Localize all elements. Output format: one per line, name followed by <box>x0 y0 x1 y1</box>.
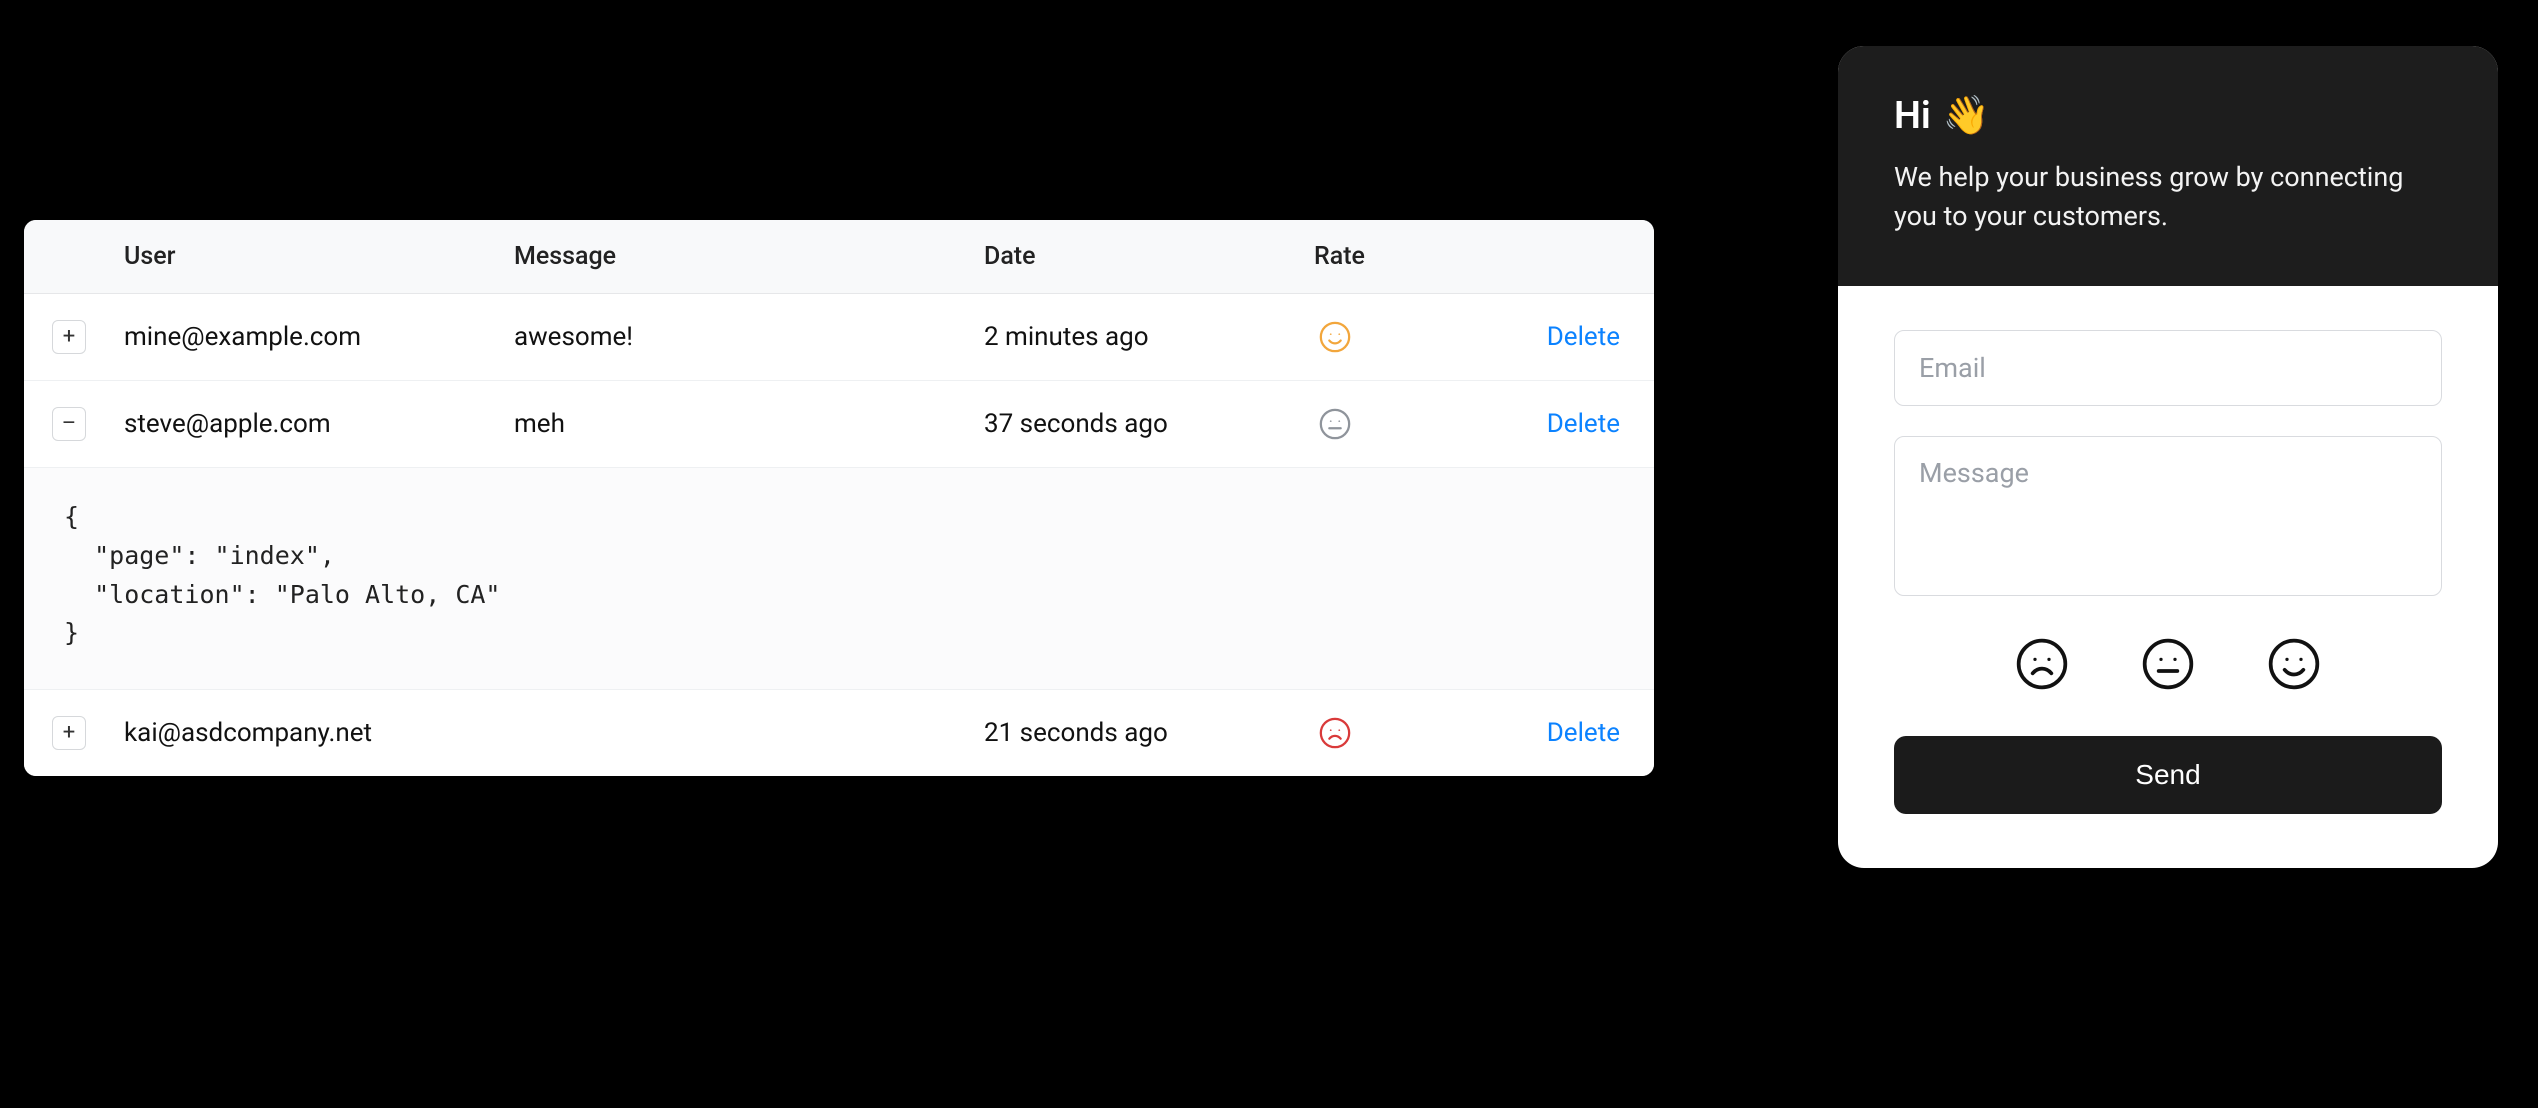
widget-title: Hi 👋 <box>1894 94 2442 138</box>
message-field[interactable] <box>1894 436 2442 596</box>
actions-cell: Delete <box>1474 690 1654 776</box>
table-header-row: User Message Date Rate <box>24 220 1654 294</box>
actions-cell: Delete <box>1474 294 1654 380</box>
table-row: – steve@apple.com meh 37 seconds ago Del… <box>24 381 1654 468</box>
expander-cell: + <box>24 294 124 380</box>
expander-cell: – <box>24 381 124 467</box>
rating-faces <box>1894 636 2442 692</box>
table-header-message: Message <box>514 220 984 293</box>
message-cell: awesome! <box>514 294 984 380</box>
table-header-date: Date <box>984 220 1314 293</box>
smile-icon <box>2266 636 2322 692</box>
expand-row-button[interactable]: + <box>52 716 86 750</box>
table-header-user: User <box>124 220 514 293</box>
message-cell: meh <box>514 381 984 467</box>
feedback-table: User Message Date Rate + mine@example.co… <box>24 220 1654 776</box>
smile-icon <box>1318 320 1352 354</box>
widget-greeting: Hi <box>1894 94 1931 138</box>
expander-cell: + <box>24 690 124 776</box>
message-cell <box>514 690 984 776</box>
table-row: + mine@example.com awesome! 2 minutes ag… <box>24 294 1654 381</box>
wave-icon: 👋 <box>1943 94 1990 138</box>
send-button[interactable]: Send <box>1894 736 2442 814</box>
date-cell: 2 minutes ago <box>984 294 1314 380</box>
user-cell: kai@asdcompany.net <box>124 690 514 776</box>
row-detail-json: { "page": "index", "location": "Palo Alt… <box>24 468 1654 690</box>
email-field[interactable] <box>1894 330 2442 406</box>
date-cell: 37 seconds ago <box>984 381 1314 467</box>
rate-happy-button[interactable] <box>2266 636 2322 692</box>
feedback-widget: Hi 👋 We help your business grow by conne… <box>1838 46 2498 868</box>
delete-link[interactable]: Delete <box>1547 409 1620 439</box>
expand-row-button[interactable]: + <box>52 320 86 354</box>
table-header-expander <box>24 220 124 293</box>
rate-neutral-button[interactable] <box>2140 636 2196 692</box>
date-cell: 21 seconds ago <box>984 690 1314 776</box>
user-cell: mine@example.com <box>124 294 514 380</box>
rate-cell <box>1314 381 1474 467</box>
widget-header: Hi 👋 We help your business grow by conne… <box>1838 46 2498 286</box>
frown-icon <box>1318 716 1352 750</box>
user-cell: steve@apple.com <box>124 381 514 467</box>
collapse-row-button[interactable]: – <box>52 407 86 441</box>
widget-subtitle: We help your business grow by connecting… <box>1894 158 2414 236</box>
frown-icon <box>2014 636 2070 692</box>
rate-sad-button[interactable] <box>2014 636 2070 692</box>
table-row: + kai@asdcompany.net 21 seconds ago Dele… <box>24 690 1654 776</box>
rate-cell <box>1314 690 1474 776</box>
table-header-actions <box>1474 220 1654 293</box>
meh-icon <box>2140 636 2196 692</box>
widget-body: Send <box>1838 286 2498 868</box>
actions-cell: Delete <box>1474 381 1654 467</box>
meh-icon <box>1318 407 1352 441</box>
rate-cell <box>1314 294 1474 380</box>
table-header-rate: Rate <box>1314 220 1474 293</box>
delete-link[interactable]: Delete <box>1547 322 1620 352</box>
delete-link[interactable]: Delete <box>1547 718 1620 748</box>
